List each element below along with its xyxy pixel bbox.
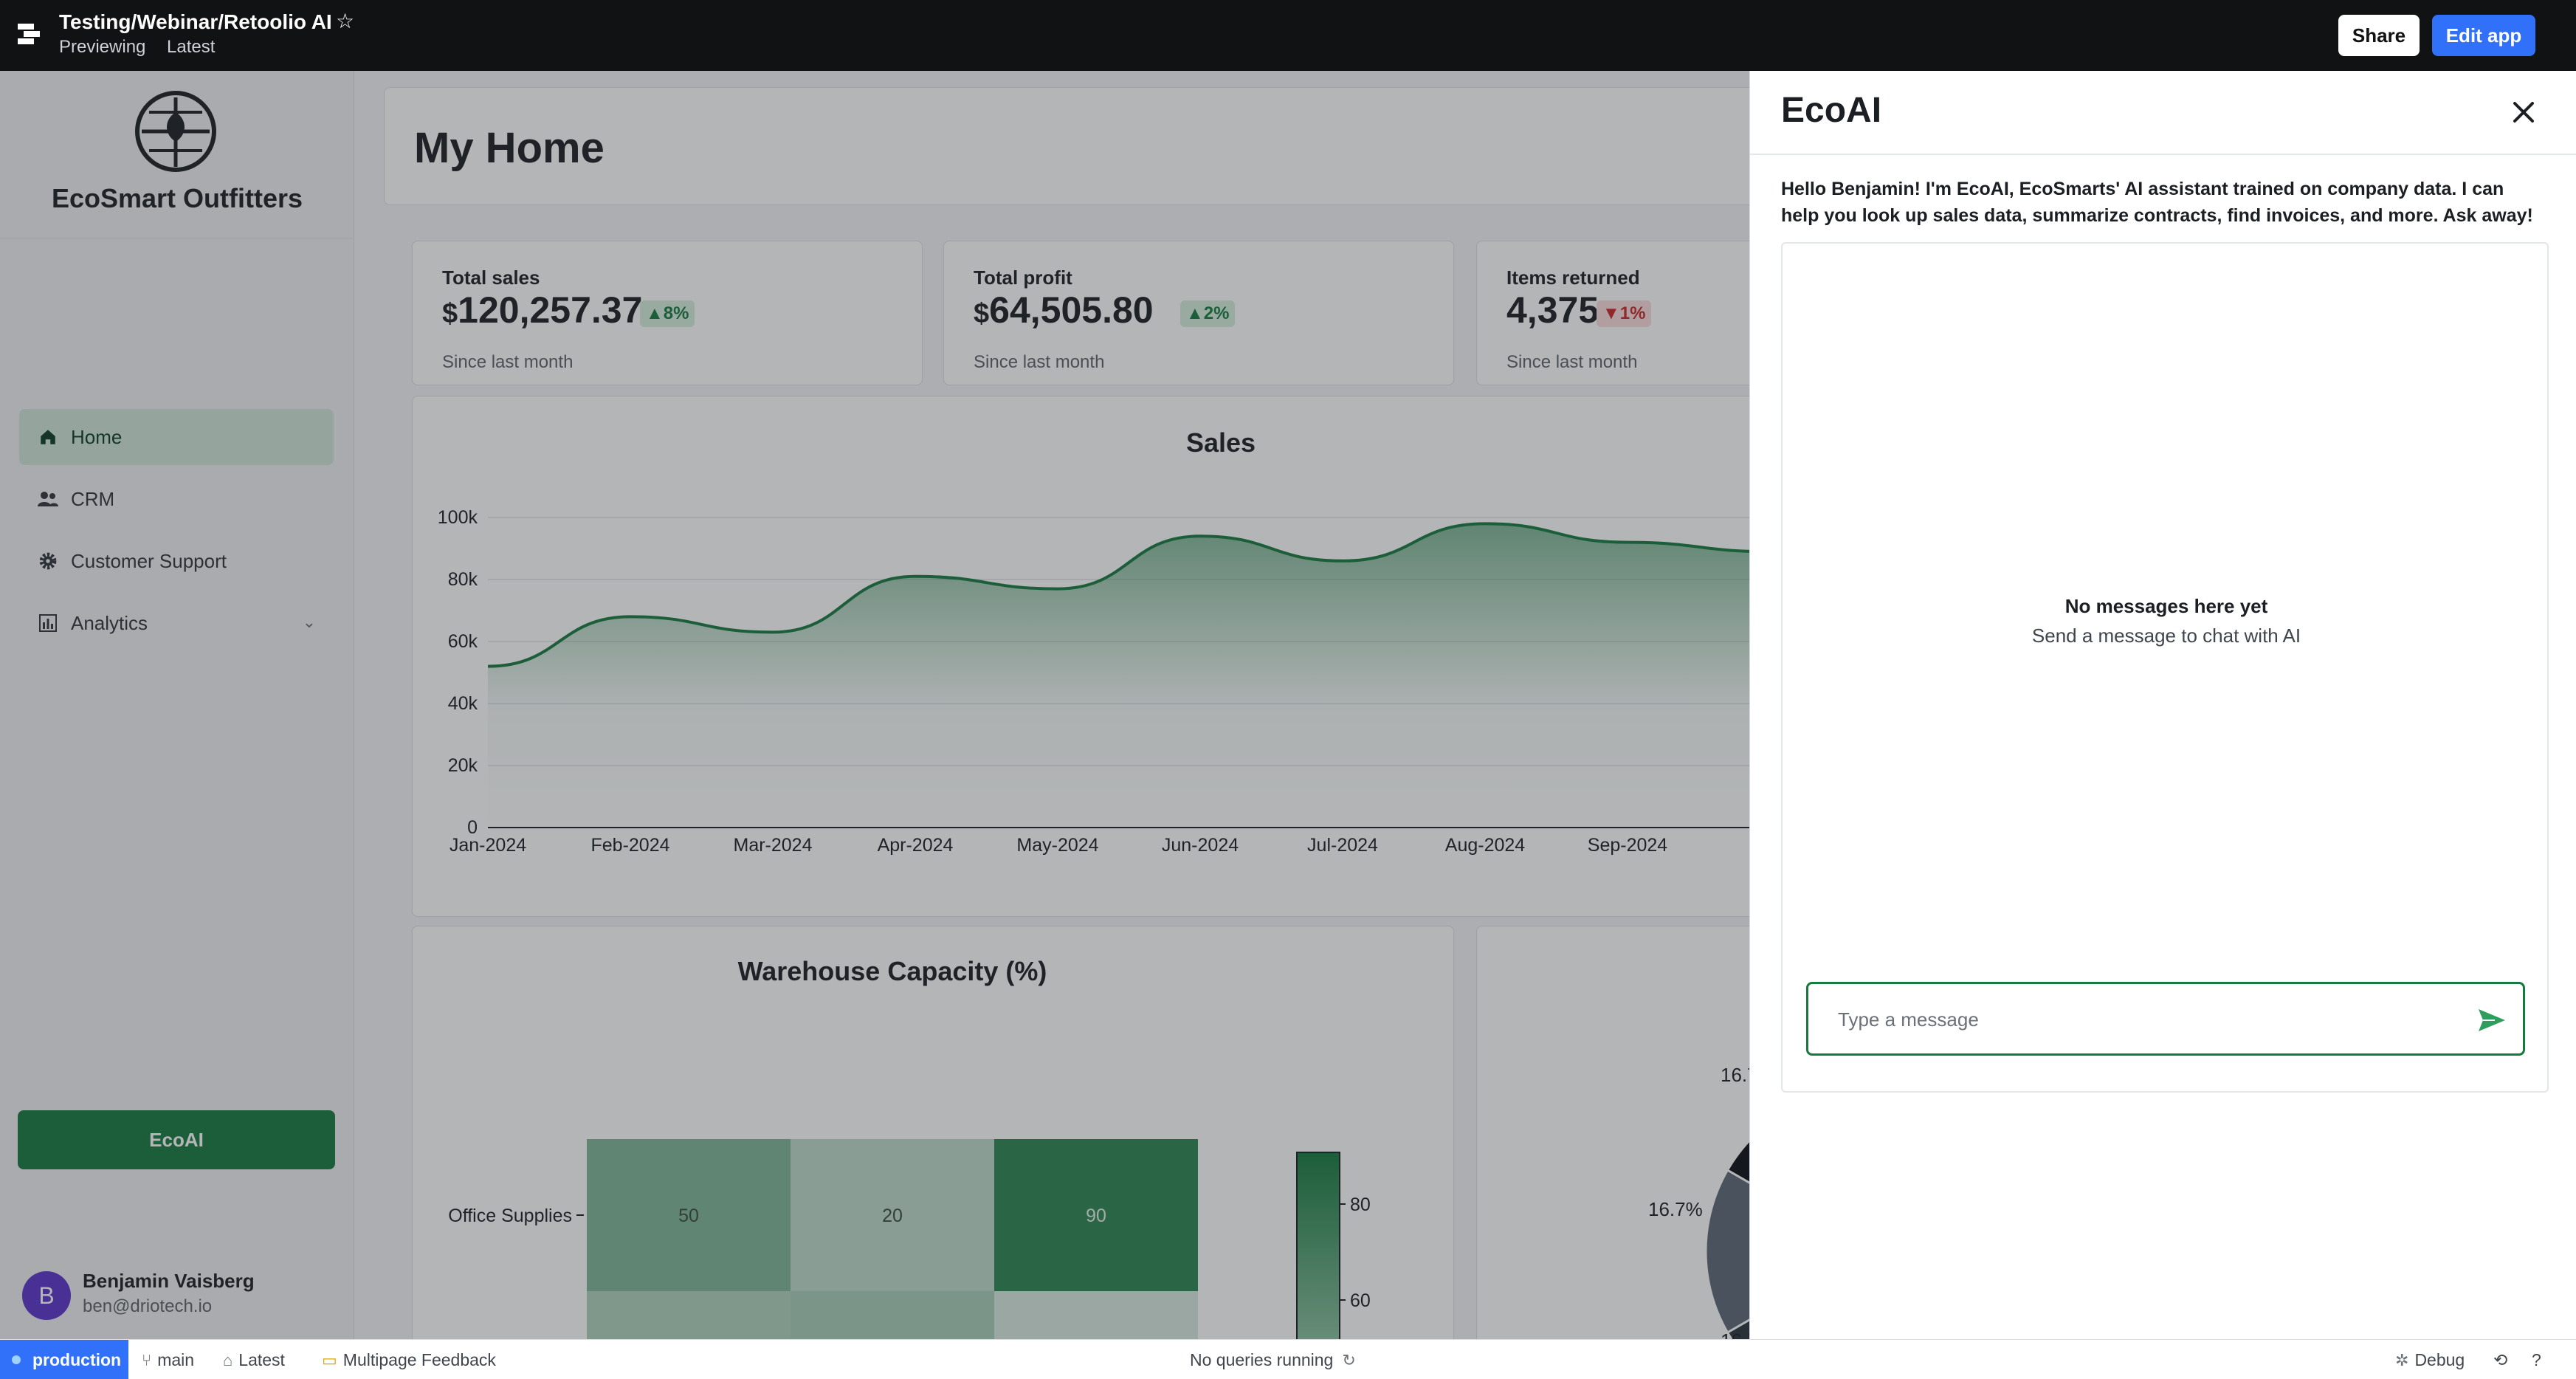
version-selector[interactable]: ⌂ Latest [223, 1350, 285, 1370]
help-icon[interactable]: ? [2532, 1350, 2541, 1370]
tag-icon: ⌂ [223, 1350, 233, 1369]
debug-label: Debug [2414, 1350, 2465, 1369]
branch-label: main [157, 1350, 195, 1369]
refresh-icon[interactable]: ↻ [1342, 1351, 1355, 1370]
mode-latest[interactable]: Latest [167, 37, 215, 58]
edit-app-button[interactable]: Edit app [2432, 15, 2535, 56]
environment-dot-icon [12, 1355, 21, 1364]
divider [1750, 154, 2576, 155]
retool-logo-icon[interactable] [16, 22, 43, 49]
branch-icon: ⑂ [142, 1350, 152, 1369]
share-button[interactable]: Share [2338, 15, 2420, 56]
environment-label: production [32, 1349, 122, 1369]
branch-selector[interactable]: ⑂ main [142, 1350, 194, 1370]
mode-previewing[interactable]: Previewing [59, 37, 145, 58]
send-icon[interactable] [2473, 1002, 2510, 1039]
assistant-intro: Hello Benjamin! I'm EcoAI, EcoSmarts' AI… [1781, 179, 2533, 226]
comment-icon: ▭ [322, 1350, 337, 1369]
status-bar: production ⑂ main ⌂ Latest ▭ Multipage Feed… [0, 1339, 2576, 1379]
bug-icon: ✲ [2395, 1350, 2409, 1369]
message-input-container [1806, 982, 2525, 1056]
modal-overlay[interactable] [0, 71, 1749, 1339]
chat-box: No messages here yet Send a message to c… [1781, 242, 2549, 1093]
star-icon[interactable]: ☆ [336, 9, 354, 33]
debug-button[interactable]: ✲ Debug [2395, 1350, 2465, 1370]
app-title: Testing/Webinar/Retoolio AI [59, 10, 332, 33]
environment-badge[interactable]: production [0, 1340, 128, 1379]
version-label: Latest [238, 1350, 285, 1369]
panel-title: EcoAI [1781, 91, 1882, 130]
message-input[interactable] [1838, 1005, 2443, 1034]
empty-state-subtitle: Send a message to chat with AI [2031, 625, 2301, 647]
ecoai-panel: EcoAI Hello Benjamin! I'm EcoAI, EcoSmar… [1749, 71, 2576, 1339]
queries-label: No queries running [1190, 1350, 1334, 1369]
feedback-link[interactable]: ▭ Multipage Feedback [322, 1350, 496, 1370]
top-bar: Testing/Webinar/Retoolio AI ☆ Previewing… [0, 0, 2576, 71]
close-icon[interactable] [2507, 96, 2540, 128]
history-icon[interactable]: ⟲ [2493, 1350, 2507, 1370]
queries-status: No queries running ↻ [1190, 1350, 1362, 1370]
feedback-label: Multipage Feedback [342, 1350, 496, 1369]
empty-state-title: No messages here yet [2064, 595, 2268, 617]
